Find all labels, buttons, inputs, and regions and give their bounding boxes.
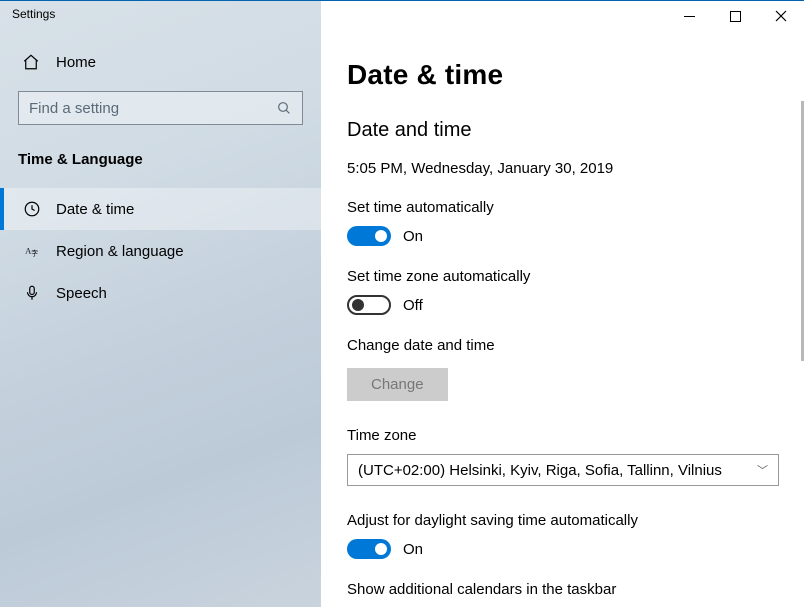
- home-icon: [22, 53, 42, 71]
- titlebar: [321, 1, 804, 33]
- svg-text:字: 字: [31, 249, 38, 258]
- sidebar-item-speech[interactable]: Speech: [0, 272, 321, 314]
- home-nav[interactable]: Home: [0, 45, 321, 79]
- sidebar-item-label: Date & time: [56, 201, 134, 218]
- timezone-label: Time zone: [347, 427, 778, 444]
- additional-calendars-label: Show additional calendars in the taskbar: [347, 581, 778, 598]
- search-input[interactable]: [29, 100, 276, 117]
- home-label: Home: [56, 54, 96, 71]
- page-title: Date & time: [347, 59, 778, 91]
- chevron-down-icon: ﹀: [757, 462, 768, 478]
- dst-toggle[interactable]: [347, 539, 391, 559]
- maximize-button[interactable]: [712, 1, 758, 31]
- dst-state: On: [403, 541, 423, 558]
- search-box[interactable]: [18, 91, 303, 125]
- globe-a-icon: A 字: [22, 242, 42, 260]
- minimize-button[interactable]: [666, 1, 712, 31]
- main: Date & time Date and time 5:05 PM, Wedne…: [321, 1, 804, 607]
- microphone-icon: [22, 284, 42, 302]
- change-button: Change: [347, 368, 448, 401]
- clock-icon: [22, 200, 42, 218]
- set-tz-auto-row: Off: [347, 295, 778, 315]
- app-root: Settings Home Time & Language: [0, 1, 804, 607]
- search-wrap: [18, 91, 303, 125]
- content: Date & time Date and time 5:05 PM, Wedne…: [321, 33, 804, 607]
- change-date-time-label: Change date and time: [347, 337, 778, 354]
- search-icon: [276, 100, 292, 116]
- set-tz-auto-toggle[interactable]: [347, 295, 391, 315]
- sidebar: Settings Home Time & Language: [0, 1, 321, 607]
- set-tz-auto-state: Off: [403, 297, 423, 314]
- timezone-value: (UTC+02:00) Helsinki, Kyiv, Riga, Sofia,…: [358, 462, 722, 479]
- set-tz-auto-label: Set time zone automatically: [347, 268, 778, 285]
- sidebar-item-date-time[interactable]: Date & time: [0, 188, 321, 230]
- subsection-title: Date and time: [347, 119, 778, 142]
- sidebar-nav: Date & time A 字 Region & language: [0, 188, 321, 314]
- dst-label: Adjust for daylight saving time automati…: [347, 512, 778, 529]
- set-time-auto-state: On: [403, 228, 423, 245]
- sidebar-item-label: Speech: [56, 285, 107, 302]
- sidebar-item-region-language[interactable]: A 字 Region & language: [0, 230, 321, 272]
- sidebar-item-label: Region & language: [56, 243, 184, 260]
- set-time-auto-row: On: [347, 226, 778, 246]
- window-title: Settings: [0, 1, 321, 45]
- current-datetime: 5:05 PM, Wednesday, January 30, 2019: [347, 160, 778, 177]
- timezone-select[interactable]: (UTC+02:00) Helsinki, Kyiv, Riga, Sofia,…: [347, 454, 779, 486]
- set-time-auto-toggle[interactable]: [347, 226, 391, 246]
- svg-text:A: A: [25, 246, 31, 255]
- close-button[interactable]: [758, 1, 804, 31]
- sidebar-section-title: Time & Language: [0, 145, 321, 178]
- dst-row: On: [347, 539, 778, 559]
- set-time-auto-label: Set time automatically: [347, 199, 778, 216]
